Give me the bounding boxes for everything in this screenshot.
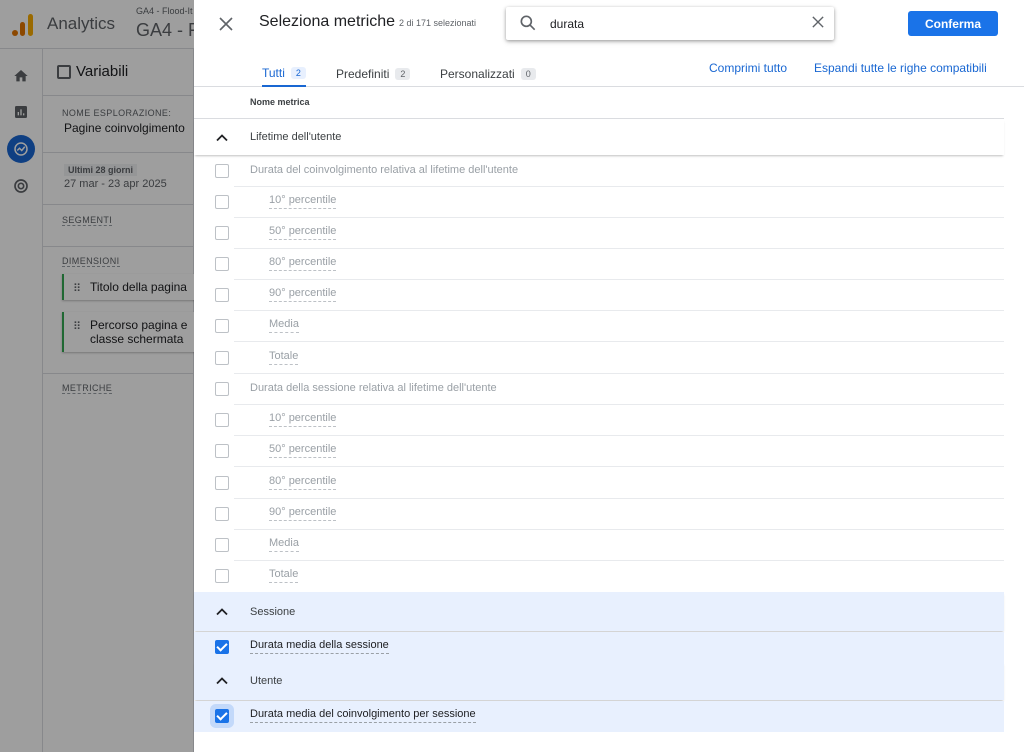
search-icon [520,15,536,31]
metric-row-child[interactable]: 10° percentile [194,187,1004,218]
metric-label: Totale [269,350,299,365]
metric-checkbox[interactable] [215,288,229,302]
metric-row-child[interactable]: 80° percentile [194,249,1004,280]
metric-label: 80° percentile [269,475,337,490]
metric-label: 10° percentile [269,412,337,427]
metric-row-child[interactable]: 10° percentile [194,405,1004,436]
confirm-button[interactable]: Conferma [908,11,998,36]
group-label: Utente [250,675,283,687]
metric-row-child[interactable]: 80° percentile [194,468,1004,499]
metric-checkbox[interactable] [215,257,229,271]
metric-checkbox-checked[interactable] [215,640,229,654]
metric-checkbox[interactable] [215,538,229,552]
metric-checkbox[interactable] [215,319,229,333]
search-box [506,7,834,40]
metric-label: Durata media del coinvolgimento per sess… [250,708,476,723]
metric-checkbox[interactable] [215,413,229,427]
expand-all-compatible-link[interactable]: Espandi tutte le righe compatibili [814,61,987,75]
tab-label: Personalizzati [440,67,515,81]
tab-count-badge: 0 [520,68,536,80]
search-input[interactable] [550,14,790,34]
metric-checkbox[interactable] [215,476,229,490]
metric-row-child[interactable]: Media [194,530,1004,561]
metric-label: 10° percentile [269,194,337,209]
metric-row-child[interactable]: Media [194,311,1004,342]
metric-label: Totale [269,568,299,583]
metric-checkbox[interactable] [215,226,229,240]
metric-label: 90° percentile [269,287,337,302]
metric-label: 50° percentile [269,443,337,458]
chevron-up-icon[interactable] [214,130,230,146]
group-label: Lifetime dell'utente [250,131,342,143]
group-header-user[interactable]: Utente [194,662,1004,700]
metric-row-child[interactable]: 90° percentile [194,280,1004,311]
metric-checkbox[interactable] [215,444,229,458]
tab-count-badge: 2 [395,68,411,80]
column-header-metric-name: Nome metrica [250,97,310,107]
metric-tabs: Tutti 2 Predefiniti 2 Personalizzati 0 C… [194,56,1024,87]
metric-checkbox[interactable] [215,164,229,178]
tab-count-badge: 2 [290,67,306,79]
tab-label: Predefiniti [336,67,390,81]
metric-label: 80° percentile [269,256,337,271]
tab-all[interactable]: Tutti 2 [262,61,306,87]
chevron-up-icon[interactable] [214,604,230,620]
group-header-user-lifetime[interactable]: Lifetime dell'utente [194,119,1004,155]
metric-row-parent[interactable]: Durata del coinvolgimento relativa al li… [194,156,1004,187]
metric-row-selected[interactable]: Durata media della sessione [194,632,1004,663]
collapse-all-link[interactable]: Comprimi tutto [709,61,787,75]
chevron-up-icon[interactable] [214,673,230,689]
metric-row-child[interactable]: 50° percentile [194,218,1004,249]
metric-checkbox[interactable] [215,382,229,396]
metric-row-child[interactable]: 50° percentile [194,436,1004,467]
selected-count: 2 di 171 selezionati [399,18,477,28]
metric-row-child[interactable]: Totale [194,561,1004,592]
metric-row-parent[interactable]: Durata della sessione relativa al lifeti… [194,374,1004,405]
metric-checkbox[interactable] [215,195,229,209]
metric-label: Media [269,537,299,552]
metric-row-child[interactable]: Totale [194,343,1004,374]
tab-label: Tutti [262,66,285,80]
select-metrics-dialog: Seleziona metriche 2 di 171 selezionati … [194,0,1024,752]
metric-label: 90° percentile [269,506,337,521]
group-header-session[interactable]: Sessione [194,592,1004,631]
metric-label: Durata del coinvolgimento relativa al li… [250,164,519,176]
metric-row-child[interactable]: 90° percentile [194,499,1004,530]
metric-checkbox[interactable] [215,569,229,583]
metric-checkbox-checked[interactable] [215,709,229,723]
metric-checkbox[interactable] [215,507,229,521]
metric-checkbox[interactable] [215,351,229,365]
clear-icon[interactable] [812,12,824,33]
metric-label: Durata della sessione relativa al lifeti… [250,382,497,394]
metric-label: 50° percentile [269,225,337,240]
tab-predefined[interactable]: Predefiniti 2 [336,61,411,87]
metric-label: Durata media della sessione [250,639,389,654]
tab-custom[interactable]: Personalizzati 0 [440,61,536,87]
close-icon[interactable] [214,12,238,36]
metric-row-selected[interactable]: Durata media del coinvolgimento per sess… [194,701,1004,732]
dialog-title: Seleziona metriche [259,13,396,30]
group-label: Sessione [250,605,296,618]
metric-label: Media [269,318,299,333]
